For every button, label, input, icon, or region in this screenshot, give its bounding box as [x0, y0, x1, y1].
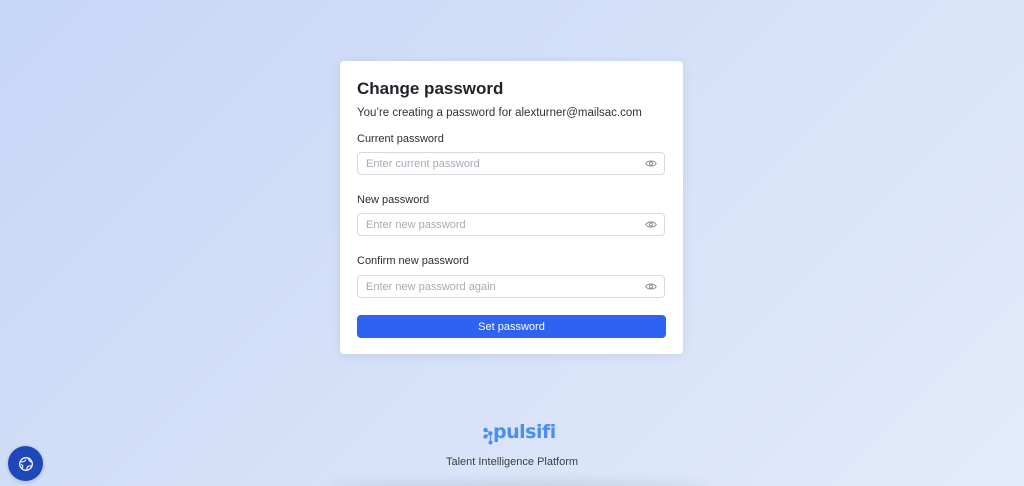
logo-wordmark: pulsifi [493, 421, 556, 443]
current-password-label: Current password [357, 133, 444, 145]
floating-globe-button[interactable] [8, 446, 43, 481]
eye-icon[interactable] [645, 219, 657, 230]
confirm-password-label: Confirm new password [357, 255, 469, 267]
eye-icon[interactable] [645, 281, 657, 292]
new-password-input[interactable] [358, 214, 638, 235]
platform-tagline: Talent Intelligence Platform [445, 456, 579, 468]
page-title: Change password [357, 79, 504, 98]
globe-icon [18, 456, 33, 471]
new-password-field [357, 213, 665, 236]
current-password-field [357, 152, 665, 175]
confirm-password-input[interactable] [358, 276, 638, 297]
account-email-text: You’re creating a password for alexturne… [357, 107, 642, 119]
change-password-card: Change password You’re creating a passwo… [340, 61, 683, 354]
bottom-shadow [330, 480, 710, 486]
pulsifi-logo: pulsifi [482, 421, 556, 447]
set-password-button[interactable]: Set password [357, 315, 666, 338]
new-password-label: New password [357, 194, 430, 206]
confirm-password-field [357, 275, 665, 298]
current-password-input[interactable] [358, 153, 638, 174]
eye-icon[interactable] [645, 158, 657, 169]
